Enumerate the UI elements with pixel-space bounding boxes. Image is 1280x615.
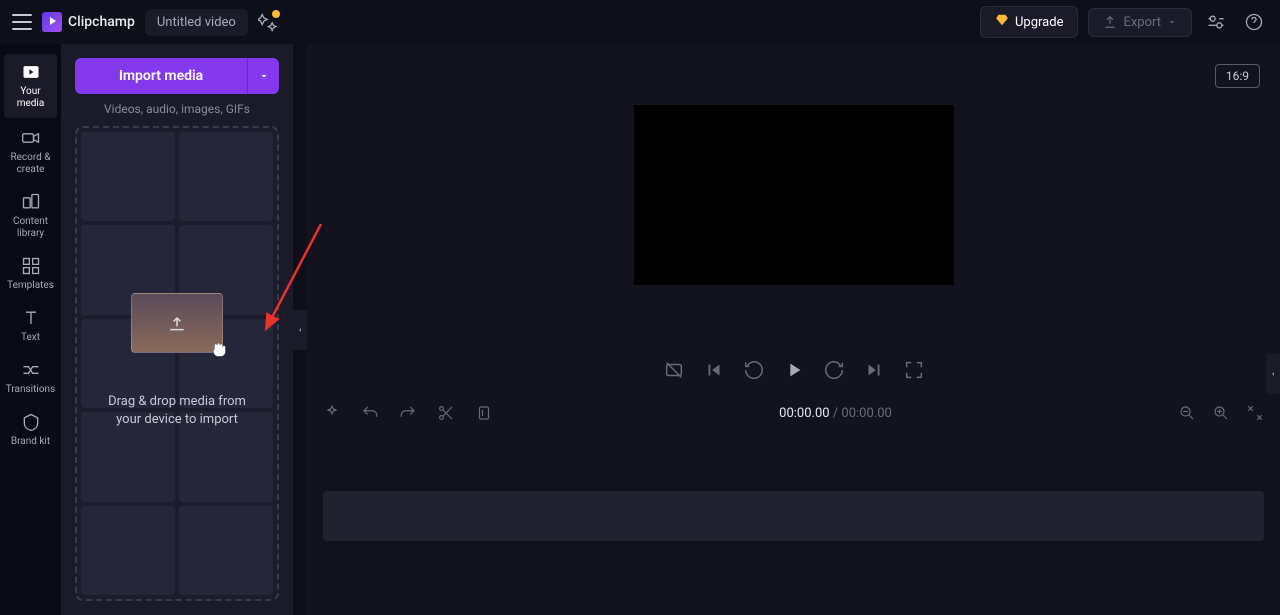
panel-collapse-left[interactable]: [293, 310, 307, 350]
play-button[interactable]: [783, 359, 805, 381]
auto-fit-icon[interactable]: [323, 404, 341, 422]
skip-end-icon[interactable]: [863, 359, 885, 381]
sidebar-item-record[interactable]: Record & create: [0, 120, 61, 184]
rewind-icon[interactable]: [743, 359, 765, 381]
grab-cursor-icon: [208, 338, 230, 360]
sidebar: Your media Record & create Content libra…: [0, 44, 61, 615]
sidebar-label: Your media: [6, 86, 55, 110]
help-icon[interactable]: [1240, 8, 1268, 36]
project-title-input[interactable]: Untitled video: [145, 9, 248, 36]
panel-collapse-right[interactable]: [1266, 354, 1280, 394]
timeline-toolbar-left: [323, 404, 493, 422]
dropzone-text: Drag & drop media from your device to im…: [97, 393, 257, 429]
fit-icon[interactable]: [1246, 404, 1264, 422]
crop-icon[interactable]: [475, 404, 493, 422]
forward-icon[interactable]: [823, 359, 845, 381]
sidebar-item-text[interactable]: Text: [0, 300, 61, 352]
app-root: Clipchamp Untitled video Upgrade Export: [0, 0, 1280, 615]
templates-icon: [21, 256, 41, 276]
media-dropzone[interactable]: Drag & drop media from your device to im…: [75, 126, 279, 601]
dropzone-thumbnail: [131, 293, 223, 353]
text-icon: [21, 308, 41, 328]
aspect-ratio-button[interactable]: 16:9: [1215, 64, 1260, 88]
chevron-left-icon: [1269, 370, 1277, 378]
sidebar-label: Text: [21, 332, 40, 344]
timeline-section: 00:00.00 / 00:00.00: [307, 395, 1280, 615]
import-media-button[interactable]: Import media: [75, 58, 247, 94]
sidebar-label: Record & create: [2, 152, 59, 176]
menu-icon[interactable]: [12, 14, 32, 30]
media-icon: [21, 62, 41, 82]
timeline-toolbar: 00:00.00 / 00:00.00: [307, 395, 1280, 431]
playback-controls: [307, 345, 1280, 395]
preview-canvas[interactable]: [634, 105, 954, 285]
dropzone-bg: [81, 132, 273, 595]
sidebar-label: Templates: [7, 280, 54, 292]
import-dropdown-button[interactable]: [247, 58, 279, 94]
header-left: Clipchamp Untitled video: [12, 9, 278, 36]
time-total: 00:00.00: [841, 406, 891, 421]
sidebar-item-templates[interactable]: Templates: [0, 248, 61, 300]
upgrade-button[interactable]: Upgrade: [980, 6, 1078, 38]
media-panel: Import media Videos, audio, images, GIFs: [61, 44, 293, 615]
split-icon[interactable]: [437, 404, 455, 422]
media-types-hint: Videos, audio, images, GIFs: [75, 102, 279, 116]
logo-mark-icon: [42, 12, 62, 32]
timeline-track-empty[interactable]: [323, 491, 1264, 541]
ai-sparkle-icon[interactable]: [258, 12, 278, 32]
sidebar-label: Content library: [2, 216, 59, 240]
chevron-left-icon: [296, 326, 304, 334]
body: Your media Record & create Content libra…: [0, 44, 1280, 615]
sidebar-item-your-media[interactable]: Your media: [4, 54, 57, 118]
settings-icon[interactable]: [1202, 8, 1230, 36]
preview-area: 16:9: [307, 44, 1280, 345]
sidebar-label: Transitions: [6, 384, 55, 396]
timeline-toolbar-right: [1178, 404, 1264, 422]
upgrade-label: Upgrade: [1015, 15, 1063, 30]
camera-icon: [21, 128, 41, 148]
app-name: Clipchamp: [68, 14, 135, 30]
sidebar-item-transitions[interactable]: Transitions: [0, 352, 61, 404]
undo-icon[interactable]: [361, 404, 379, 422]
chevron-down-icon: [258, 70, 270, 82]
timeline-time: 00:00.00 / 00:00.00: [513, 406, 1158, 421]
redo-icon[interactable]: [399, 404, 417, 422]
transitions-icon: [21, 360, 41, 380]
export-label: Export: [1123, 15, 1161, 30]
upload-icon: [1103, 15, 1117, 29]
timeline-tracks[interactable]: [307, 431, 1280, 615]
time-current: 00:00.00: [779, 406, 829, 421]
main-area: 16:9: [307, 44, 1280, 615]
sidebar-item-content-library[interactable]: Content library: [0, 184, 61, 248]
chevron-down-icon: [1167, 17, 1177, 27]
header-right: Upgrade Export: [980, 6, 1268, 38]
timeline: 00:00.00 / 00:00.00: [307, 395, 1280, 615]
zoom-in-icon[interactable]: [1212, 404, 1230, 422]
skip-start-icon[interactable]: [703, 359, 725, 381]
import-label: Import media: [119, 68, 203, 84]
library-icon: [21, 192, 41, 212]
sidebar-label: Brand kit: [11, 436, 50, 448]
zoom-out-icon[interactable]: [1178, 404, 1196, 422]
fullscreen-icon[interactable]: [903, 359, 925, 381]
sidebar-item-brand-kit[interactable]: Brand kit: [0, 404, 61, 456]
export-button[interactable]: Export: [1088, 8, 1192, 37]
upload-icon: [167, 313, 187, 333]
time-sep: /: [830, 406, 842, 421]
brand-kit-icon: [21, 412, 41, 432]
app-logo[interactable]: Clipchamp: [42, 12, 135, 32]
import-button-group: Import media: [75, 58, 279, 94]
diamond-icon: [995, 13, 1009, 31]
header: Clipchamp Untitled video Upgrade Export: [0, 0, 1280, 44]
safe-zone-icon[interactable]: [663, 359, 685, 381]
